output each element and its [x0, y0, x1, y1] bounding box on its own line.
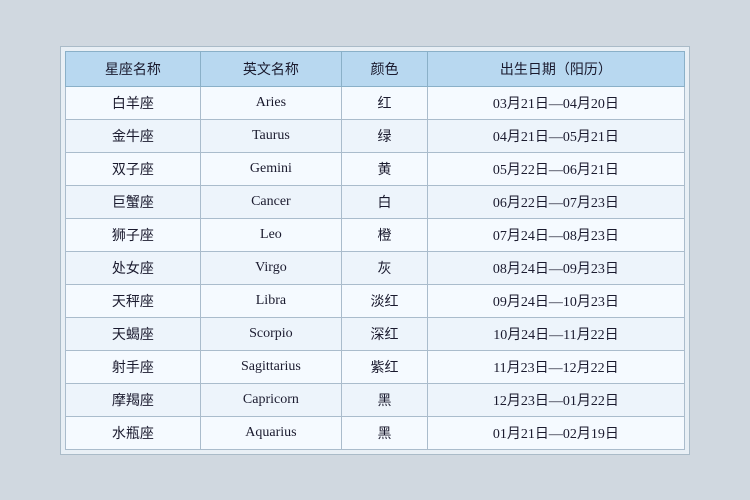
table-row: 水瓶座Aquarius黑01月21日—02月19日	[66, 416, 685, 449]
cell-chinese-name: 处女座	[66, 251, 201, 284]
header-color: 颜色	[342, 51, 428, 86]
cell-dates: 07月24日—08月23日	[427, 218, 684, 251]
cell-color: 深红	[342, 317, 428, 350]
cell-chinese-name: 巨蟹座	[66, 185, 201, 218]
header-english-name: 英文名称	[200, 51, 341, 86]
cell-english-name: Cancer	[200, 185, 341, 218]
cell-chinese-name: 水瓶座	[66, 416, 201, 449]
cell-chinese-name: 狮子座	[66, 218, 201, 251]
cell-english-name: Scorpio	[200, 317, 341, 350]
cell-english-name: Aquarius	[200, 416, 341, 449]
cell-chinese-name: 天蝎座	[66, 317, 201, 350]
cell-dates: 05月22日—06月21日	[427, 152, 684, 185]
table-row: 摩羯座Capricorn黑12月23日—01月22日	[66, 383, 685, 416]
cell-dates: 10月24日—11月22日	[427, 317, 684, 350]
cell-dates: 08月24日—09月23日	[427, 251, 684, 284]
cell-chinese-name: 双子座	[66, 152, 201, 185]
table-body: 白羊座Aries红03月21日—04月20日金牛座Taurus绿04月21日—0…	[66, 86, 685, 449]
cell-color: 黑	[342, 416, 428, 449]
table-row: 双子座Gemini黄05月22日—06月21日	[66, 152, 685, 185]
cell-chinese-name: 金牛座	[66, 119, 201, 152]
cell-english-name: Libra	[200, 284, 341, 317]
cell-chinese-name: 摩羯座	[66, 383, 201, 416]
cell-chinese-name: 天秤座	[66, 284, 201, 317]
cell-english-name: Leo	[200, 218, 341, 251]
table-row: 白羊座Aries红03月21日—04月20日	[66, 86, 685, 119]
header-dates: 出生日期（阳历）	[427, 51, 684, 86]
cell-color: 黄	[342, 152, 428, 185]
cell-color: 紫红	[342, 350, 428, 383]
cell-english-name: Sagittarius	[200, 350, 341, 383]
cell-color: 黑	[342, 383, 428, 416]
cell-color: 白	[342, 185, 428, 218]
cell-dates: 06月22日—07月23日	[427, 185, 684, 218]
cell-english-name: Capricorn	[200, 383, 341, 416]
cell-color: 红	[342, 86, 428, 119]
table-row: 狮子座Leo橙07月24日—08月23日	[66, 218, 685, 251]
cell-english-name: Virgo	[200, 251, 341, 284]
cell-color: 橙	[342, 218, 428, 251]
zodiac-table: 星座名称 英文名称 颜色 出生日期（阳历） 白羊座Aries红03月21日—04…	[65, 51, 685, 450]
zodiac-table-container: 星座名称 英文名称 颜色 出生日期（阳历） 白羊座Aries红03月21日—04…	[60, 46, 690, 455]
table-row: 天蝎座Scorpio深红10月24日—11月22日	[66, 317, 685, 350]
cell-dates: 01月21日—02月19日	[427, 416, 684, 449]
table-header-row: 星座名称 英文名称 颜色 出生日期（阳历）	[66, 51, 685, 86]
table-row: 巨蟹座Cancer白06月22日—07月23日	[66, 185, 685, 218]
cell-color: 淡红	[342, 284, 428, 317]
cell-chinese-name: 白羊座	[66, 86, 201, 119]
cell-english-name: Aries	[200, 86, 341, 119]
table-row: 天秤座Libra淡红09月24日—10月23日	[66, 284, 685, 317]
header-chinese-name: 星座名称	[66, 51, 201, 86]
cell-dates: 12月23日—01月22日	[427, 383, 684, 416]
cell-color: 绿	[342, 119, 428, 152]
table-row: 射手座Sagittarius紫红11月23日—12月22日	[66, 350, 685, 383]
cell-english-name: Taurus	[200, 119, 341, 152]
cell-dates: 03月21日—04月20日	[427, 86, 684, 119]
table-row: 处女座Virgo灰08月24日—09月23日	[66, 251, 685, 284]
cell-english-name: Gemini	[200, 152, 341, 185]
cell-dates: 04月21日—05月21日	[427, 119, 684, 152]
cell-dates: 11月23日—12月22日	[427, 350, 684, 383]
cell-color: 灰	[342, 251, 428, 284]
cell-dates: 09月24日—10月23日	[427, 284, 684, 317]
cell-chinese-name: 射手座	[66, 350, 201, 383]
table-row: 金牛座Taurus绿04月21日—05月21日	[66, 119, 685, 152]
